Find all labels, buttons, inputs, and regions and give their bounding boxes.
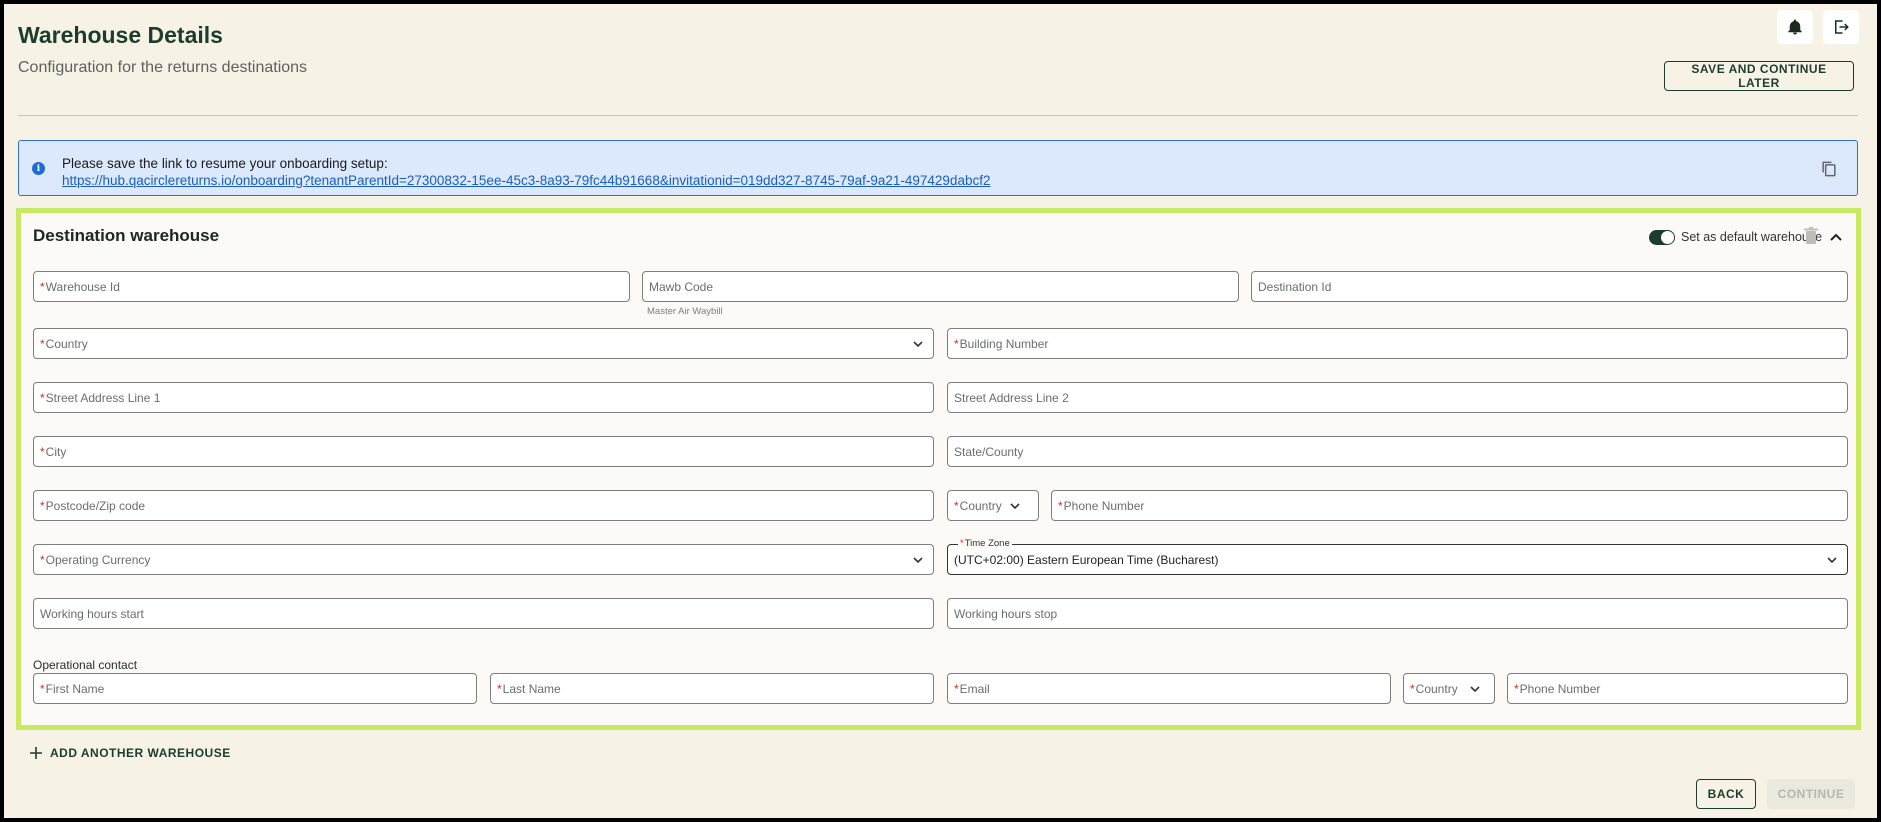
- street-address-2-input[interactable]: Street Address Line 2: [947, 382, 1848, 413]
- back-button[interactable]: BACK: [1696, 779, 1756, 809]
- contact-phone-number-input[interactable]: * Phone Number: [1507, 673, 1848, 704]
- state-county-input[interactable]: State/County: [947, 436, 1848, 467]
- resume-link-banner: i Please save the link to resume your on…: [18, 140, 1858, 196]
- resume-link[interactable]: https://hub.qacirclereturns.io/onboardin…: [62, 173, 990, 188]
- phone-number-input[interactable]: * Phone Number: [1051, 490, 1848, 521]
- save-and-continue-later-button[interactable]: SAVE AND CONTINUE LATER: [1664, 61, 1854, 91]
- logout-button[interactable]: [1823, 10, 1859, 44]
- info-icon: i: [32, 162, 45, 175]
- chevron-down-icon: [913, 341, 923, 348]
- card-title: Destination warehouse: [33, 226, 220, 245]
- street-address-1-input[interactable]: * Street Address Line 1: [33, 382, 934, 413]
- chevron-down-icon: [1010, 503, 1020, 510]
- contact-country-select[interactable]: * Country: [1403, 673, 1495, 704]
- mawb-helper-text: Master Air Waybill: [647, 306, 723, 317]
- email-input[interactable]: * Email: [947, 673, 1391, 704]
- first-name-input[interactable]: * First Name: [33, 673, 477, 704]
- destination-id-input[interactable]: Destination Id: [1251, 271, 1848, 302]
- page-subtitle: Configuration for the returns destinatio…: [18, 59, 308, 76]
- plus-icon: [30, 747, 42, 759]
- chevron-up-icon[interactable]: [1828, 229, 1844, 245]
- banner-message: Please save the link to resume your onbo…: [62, 156, 388, 171]
- last-name-input[interactable]: * Last Name: [490, 673, 934, 704]
- default-warehouse-label: Set as default warehouse: [1681, 230, 1823, 244]
- toggle-knob: [1661, 231, 1674, 244]
- notifications-button[interactable]: [1777, 10, 1813, 44]
- working-hours-stop-input[interactable]: Working hours stop: [947, 598, 1848, 629]
- chevron-down-icon: [1827, 557, 1837, 564]
- operating-currency-select[interactable]: * Operating Currency: [33, 544, 934, 575]
- building-number-input[interactable]: * Building Number: [947, 328, 1848, 359]
- page: Warehouse Details Configuration for the …: [4, 4, 1877, 818]
- logout-icon: [1835, 20, 1849, 34]
- copy-icon[interactable]: [1819, 159, 1839, 179]
- operational-contact-label: Operational contact: [33, 658, 138, 672]
- add-another-warehouse-button[interactable]: ADD ANOTHER WAREHOUSE: [30, 746, 231, 760]
- mawb-code-input[interactable]: Mawb Code: [642, 271, 1239, 302]
- warehouse-id-input[interactable]: * Warehouse Id: [33, 271, 630, 302]
- trash-icon[interactable]: [1804, 227, 1818, 245]
- default-warehouse-toggle[interactable]: [1649, 230, 1675, 245]
- page-title: Warehouse Details: [18, 22, 223, 48]
- country-select[interactable]: * Country: [33, 328, 934, 359]
- header-divider: [18, 115, 1858, 116]
- chevron-down-icon: [913, 557, 923, 564]
- working-hours-start-input[interactable]: Working hours start: [33, 598, 934, 629]
- continue-button[interactable]: CONTINUE: [1767, 779, 1855, 809]
- time-zone-label: *Time Zone: [958, 538, 1012, 549]
- time-zone-select[interactable]: (UTC+02:00) Eastern European Time (Bucha…: [947, 544, 1848, 575]
- bell-icon: [1788, 19, 1802, 35]
- destination-warehouse-card: Destination warehouse Set as default war…: [16, 208, 1861, 730]
- chevron-down-icon: [1470, 686, 1480, 693]
- phone-country-select[interactable]: * Country: [947, 490, 1039, 521]
- city-input[interactable]: * City: [33, 436, 934, 467]
- postcode-input[interactable]: * Postcode/Zip code: [33, 490, 934, 521]
